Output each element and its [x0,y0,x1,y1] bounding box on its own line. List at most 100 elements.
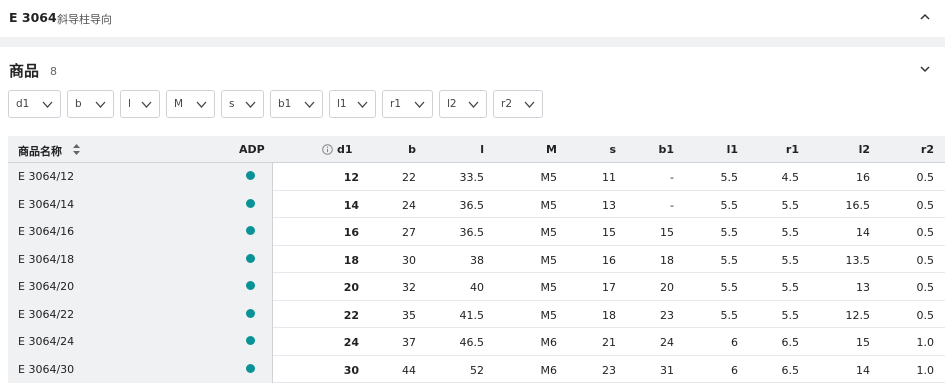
info-icon[interactable] [322,144,333,155]
cell-l2: 14 [856,226,870,239]
product-name[interactable]: E 3064/30 [18,363,74,376]
product-name-cell[interactable]: E 3064/14 [8,190,227,218]
products-title: 商品 [9,62,40,80]
cell-m: M6 [540,336,558,349]
cell-s: 21 [602,336,616,349]
cell-s: 17 [602,281,616,294]
adp-cell [227,355,273,383]
cell-l: 52 [470,363,484,377]
column-header-l2[interactable]: l2 [859,143,870,156]
column-header-b[interactable]: b [408,143,416,156]
cell-r1: 5.5 [781,198,800,212]
cell-l2: 16 [856,171,870,184]
filter-l1[interactable]: l1 [329,90,376,118]
column-header-m[interactable]: M [546,143,557,156]
adp-cell [227,328,273,356]
filter-r2[interactable]: r2 [493,90,543,118]
column-header-l1[interactable]: l1 [727,143,738,156]
product-name-cell[interactable]: E 3064/18 [8,245,227,273]
column-header-l[interactable]: l [480,143,484,156]
product-name[interactable]: E 3064/22 [18,308,74,321]
adp-status-dot-icon [246,253,255,263]
cell-b: 35 [402,308,416,322]
product-name[interactable]: E 3064/16 [18,225,74,238]
adp-cell [227,273,273,301]
filter-d1[interactable]: d1 [8,90,61,118]
product-name-cell[interactable]: E 3064/24 [8,328,227,356]
cell-b1: 31 [660,363,674,377]
product-name[interactable]: E 3064/12 [18,170,74,183]
product-name-cell[interactable]: E 3064/30 [8,355,227,383]
table-row[interactable]: E 3064/14 14 24 36.5 M5 13 - 5.5 5.5 16.5 0.5 [8,190,945,218]
product-name[interactable]: E 3064/18 [18,253,74,266]
column-header-r2[interactable]: r2 [921,143,934,156]
cell-l2: 13 [856,281,870,294]
cell-r1: 5.5 [781,253,800,267]
table-row[interactable]: E 3064/24 24 37 46.5 M6 21 24 6 6.5 15 1.0 [8,328,945,356]
product-name[interactable]: E 3064/20 [18,280,74,293]
cell-r2: 0.5 [916,308,935,322]
chevron-down-icon [42,101,53,108]
product-name-cell[interactable]: E 3064/12 [8,163,227,191]
table-row[interactable]: E 3064/30 30 44 52 M6 23 31 6 6.5 14 1.0 [8,355,945,383]
table-row[interactable]: E 3064/18 18 30 38 M5 16 18 5.5 5.5 13.5 0.5 [8,245,945,273]
sort-icon[interactable] [72,143,81,156]
filter-l2[interactable]: l2 [439,90,487,118]
filter-label: b1 [278,98,292,110]
column-header-d1[interactable]: d1 [337,143,353,156]
chevron-down-icon [141,101,152,108]
cell-l2: 12.5 [845,308,871,322]
section-header[interactable]: E 3064 斜导柱导向 [0,0,945,37]
cell-b: 44 [402,363,416,377]
cell-l1: 5.5 [720,198,739,212]
chevron-down-icon [468,101,479,108]
cell-b1: 24 [660,336,674,349]
filter-b[interactable]: b [67,90,114,118]
cell-l1: 6 [731,363,738,377]
table-row[interactable]: E 3064/20 20 32 40 M5 17 20 5.5 5.5 13 0.5 [8,273,945,301]
cell-r1: 4.5 [781,171,800,184]
cell-m: M5 [540,226,558,239]
product-name-cell[interactable]: E 3064/20 [8,273,227,301]
cell-s: 15 [602,226,616,239]
cell-b1: - [670,198,674,212]
cell-r2: 1.0 [916,363,935,377]
chevron-up-icon[interactable] [919,11,931,23]
cell-l: 40 [470,281,484,294]
table-row[interactable]: E 3064/22 22 35 41.5 M5 18 23 5.5 5.5 12.5 0.5 [8,300,945,328]
product-name[interactable]: E 3064/14 [18,198,74,211]
product-name-cell[interactable]: E 3064/16 [8,218,227,246]
column-header-r1[interactable]: r1 [786,143,799,156]
adp-cell [227,300,273,328]
filter-s[interactable]: s [221,90,264,118]
filter-label: M [174,98,184,110]
cell-b: 37 [402,336,416,349]
column-header-b1[interactable]: b1 [658,143,674,156]
cell-r2: 0.5 [916,253,935,267]
cell-r1: 6.5 [781,363,800,377]
product-name[interactable]: E 3064/24 [18,335,74,348]
cell-d1: 12 [343,171,359,184]
filter-m[interactable]: M [166,90,215,118]
table-row[interactable]: E 3064/12 12 22 33.5 M5 11 - 5.5 4.5 16 0.5 [8,163,945,191]
table-row[interactable]: E 3064/16 16 27 36.5 M5 15 15 5.5 5.5 14 0.5 [8,218,945,246]
cell-s: 16 [602,253,616,267]
cell-s: 18 [602,308,616,322]
filter-r1[interactable]: r1 [382,90,433,118]
product-code: E 3064 [9,10,57,25]
chevron-down-icon [414,101,425,108]
adp-cell [227,218,273,246]
cell-b: 27 [402,226,416,239]
filter-l[interactable]: l [120,90,160,118]
column-header-adp[interactable]: ADP [239,143,265,156]
cell-l2: 14 [856,363,870,377]
filter-b1[interactable]: b1 [270,90,323,118]
cell-b: 24 [402,198,416,212]
chevron-down-icon [196,101,207,108]
filter-label: l1 [337,98,347,110]
chevron-down-icon[interactable] [919,63,931,75]
cell-b: 30 [402,253,416,267]
column-header-s[interactable]: s [609,143,616,156]
column-header-name[interactable]: 商品名称 [18,143,62,159]
product-name-cell[interactable]: E 3064/22 [8,300,227,328]
